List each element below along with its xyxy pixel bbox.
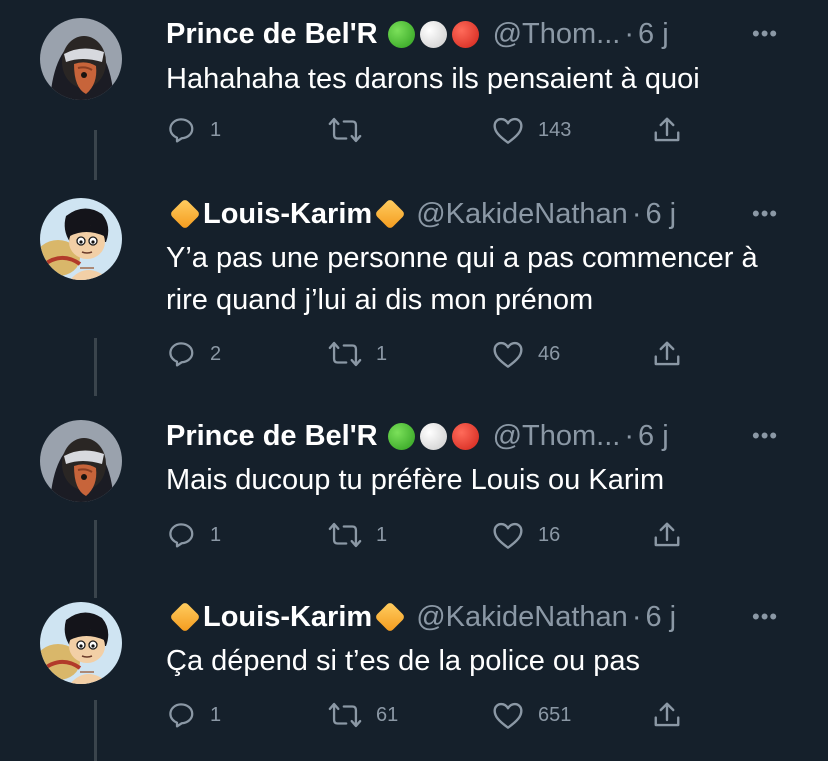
avatar[interactable] xyxy=(40,602,122,684)
orange-diamond-icon xyxy=(169,198,201,230)
more-options-icon[interactable]: ••• xyxy=(752,416,778,456)
share-button[interactable] xyxy=(652,112,682,148)
thread-line xyxy=(94,338,97,396)
tweet-header: Louis-Karim @KakideNathan · 6 j xyxy=(166,597,676,637)
author-handle[interactable]: @Thom... xyxy=(493,420,621,453)
author-handle[interactable]: @Thom... xyxy=(493,18,621,51)
tweet-text: Mais ducoup tu préfère Louis ou Karim xyxy=(166,464,665,496)
retweet-icon xyxy=(328,117,362,143)
like-button[interactable]: 143 xyxy=(492,112,571,148)
red-circle-icon xyxy=(451,422,479,450)
like-count: 16 xyxy=(538,523,561,546)
green-circle-icon xyxy=(387,422,415,450)
straw-hat-character-avatar-icon xyxy=(40,198,122,280)
reply-icon xyxy=(169,703,194,728)
share-button[interactable] xyxy=(652,517,682,553)
more-options-icon[interactable]: ••• xyxy=(752,14,778,54)
tweet-text: Ça dépend si t’es de la police ou pas xyxy=(166,645,640,677)
red-circle-icon xyxy=(451,20,479,48)
retweet-count: 1 xyxy=(376,523,388,546)
retweet-icon xyxy=(328,341,362,367)
reply-count: 2 xyxy=(210,342,222,365)
like-button[interactable]: 651 xyxy=(492,697,571,733)
white-circle-icon xyxy=(419,20,447,48)
retweet-icon xyxy=(328,522,362,548)
thread-line xyxy=(94,130,97,180)
retweet-icon xyxy=(328,702,362,728)
reply-icon xyxy=(169,342,194,367)
retweet-button[interactable]: 1 xyxy=(328,336,387,372)
reply-icon xyxy=(169,118,194,143)
heart-icon xyxy=(493,522,523,549)
white-circle-icon xyxy=(419,422,447,450)
action-bar: 1 1 16 xyxy=(166,517,696,553)
share-icon xyxy=(654,117,680,142)
action-bar: 1 61 651 xyxy=(166,697,696,733)
heart-icon xyxy=(493,117,523,144)
separator-dot: · xyxy=(631,197,642,230)
reply-icon xyxy=(169,523,194,548)
retweet-button[interactable]: 1 xyxy=(328,517,387,553)
avatar[interactable] xyxy=(40,18,122,100)
like-button[interactable]: 16 xyxy=(492,517,560,553)
separator-dot: · xyxy=(624,17,635,50)
author-handle[interactable]: @KakideNathan xyxy=(416,198,628,231)
more-options-icon[interactable]: ••• xyxy=(752,597,778,637)
avatar[interactable] xyxy=(40,420,122,502)
dark-hooded-character-avatar-icon xyxy=(40,18,122,100)
retweet-button[interactable]: 61 xyxy=(328,697,398,733)
separator-dot: · xyxy=(631,600,642,633)
timestamp[interactable]: 6 j xyxy=(645,601,676,634)
reply-count: 1 xyxy=(210,523,222,546)
like-count: 143 xyxy=(538,118,572,141)
reply-button[interactable]: 2 xyxy=(166,336,221,372)
green-circle-icon xyxy=(387,20,415,48)
action-bar: 2 1 46 xyxy=(166,336,696,372)
reply-count: 1 xyxy=(210,703,222,726)
reply-button[interactable]: 1 xyxy=(166,517,221,553)
action-bar: 1 143 xyxy=(166,112,696,148)
tweet-header: Prince de Bel'R @Thom... · 6 j xyxy=(166,416,669,456)
share-button[interactable] xyxy=(652,336,682,372)
straw-hat-character-avatar-icon xyxy=(40,602,122,684)
tweet-text: Y’a pas une personne qui a pas commencer… xyxy=(166,242,758,316)
orange-diamond-icon xyxy=(169,601,201,633)
orange-diamond-icon xyxy=(374,601,406,633)
like-button[interactable]: 46 xyxy=(492,336,560,372)
retweet-count: 1 xyxy=(376,342,388,365)
author-name[interactable]: Prince de Bel'R xyxy=(166,420,378,453)
tweet-header: Louis-Karim @KakideNathan · 6 j xyxy=(166,194,676,234)
heart-icon xyxy=(493,341,523,368)
thread-line xyxy=(94,700,97,761)
retweet-button[interactable] xyxy=(328,112,376,148)
orange-diamond-icon xyxy=(374,198,406,230)
reply-count: 1 xyxy=(210,118,222,141)
share-icon xyxy=(654,522,680,547)
timestamp[interactable]: 6 j xyxy=(645,198,676,231)
author-name[interactable]: Louis-Karim xyxy=(203,601,372,634)
author-name[interactable]: Louis-Karim xyxy=(203,198,372,231)
reply-button[interactable]: 1 xyxy=(166,697,221,733)
like-count: 651 xyxy=(538,703,572,726)
retweet-count: 61 xyxy=(376,703,399,726)
avatar[interactable] xyxy=(40,198,122,280)
like-count: 46 xyxy=(538,342,561,365)
author-name[interactable]: Prince de Bel'R xyxy=(166,18,378,51)
thread-line xyxy=(94,520,97,598)
tweet-text: Hahahaha tes darons ils pensaient à quoi xyxy=(166,63,700,95)
share-icon xyxy=(654,702,680,727)
more-options-icon[interactable]: ••• xyxy=(752,194,778,234)
author-handle[interactable]: @KakideNathan xyxy=(416,601,628,634)
heart-icon xyxy=(493,702,523,729)
reply-button[interactable]: 1 xyxy=(166,112,221,148)
tweet-header: Prince de Bel'R @Thom... · 6 j xyxy=(166,14,669,54)
share-icon xyxy=(654,341,680,366)
share-button[interactable] xyxy=(652,697,682,733)
separator-dot: · xyxy=(624,419,635,452)
dark-hooded-character-avatar-icon xyxy=(40,420,122,502)
timestamp[interactable]: 6 j xyxy=(638,420,669,453)
timestamp[interactable]: 6 j xyxy=(638,18,669,51)
